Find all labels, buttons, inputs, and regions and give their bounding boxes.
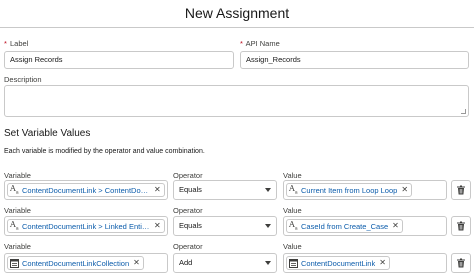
label-field-label: * Label [4,39,29,48]
text-icon: Aa [289,219,298,232]
variable-input[interactable]: ContentDocumentLinkCollection ✕ [4,253,168,273]
value-column-label: Value [283,242,302,251]
resize-handle[interactable] [461,109,466,114]
operator-select[interactable]: Equals [173,216,277,236]
text-icon: Aa [10,183,19,196]
modal-header: New Assignment [0,0,474,28]
operator-column-label: Operator [173,171,203,180]
value-column-label: Value [283,206,302,215]
variable-input[interactable]: Aa ContentDocumentLink > ContentDoc… ✕ [4,180,168,200]
close-icon[interactable]: ✕ [154,222,161,230]
variable-pill[interactable]: ContentDocumentLinkCollection ✕ [7,256,144,270]
value-input[interactable]: Aa Current Item from Loop Loop ✕ [283,180,447,200]
operator-select[interactable]: Add [173,253,277,273]
value-column-label: Value [283,171,302,180]
delete-row-button[interactable] [451,253,471,273]
trash-icon [457,185,465,195]
section-title: Set Variable Values [4,128,91,139]
operator-column-label: Operator [173,206,203,215]
collection-icon [10,258,19,268]
required-indicator: * [4,39,7,48]
value-input[interactable]: ContentDocumentLink ✕ [283,253,447,273]
close-icon[interactable]: ✕ [154,186,161,194]
variable-pill[interactable]: Aa ContentDocumentLink > Linked Entit… ✕ [7,219,165,233]
variable-pill[interactable]: Aa ContentDocumentLink > ContentDoc… ✕ [7,183,165,197]
collection-icon [289,258,298,268]
chevron-down-icon [265,261,271,265]
variable-column-label: Variable [4,171,31,180]
close-icon[interactable]: ✕ [133,259,140,267]
section-description: Each variable is modified by the operato… [4,148,205,155]
required-indicator: * [240,39,243,48]
chevron-down-icon [265,188,271,192]
close-icon[interactable]: ✕ [392,222,399,230]
text-icon: Aa [10,219,19,232]
variable-input[interactable]: Aa ContentDocumentLink > Linked Entit… ✕ [4,216,168,236]
modal-title: New Assignment [184,5,290,21]
value-pill[interactable]: Aa Current Item from Loop Loop ✕ [286,183,413,197]
api-name-input[interactable]: Assign_Records [240,51,469,69]
delete-row-button[interactable] [451,216,471,236]
description-label: Description [4,75,42,84]
close-icon[interactable]: ✕ [401,186,408,194]
value-input[interactable]: Aa CaseId from Create_Case ✕ [283,216,447,236]
delete-row-button[interactable] [451,180,471,200]
variable-column-label: Variable [4,242,31,251]
description-textarea[interactable] [4,85,469,117]
text-icon: Aa [289,183,298,196]
value-pill[interactable]: Aa CaseId from Create_Case ✕ [286,219,403,233]
variable-column-label: Variable [4,206,31,215]
operator-select[interactable]: Equals [173,180,277,200]
close-icon[interactable]: ✕ [379,259,386,267]
api-name-field-label: * API Name [240,39,280,48]
trash-icon [457,258,465,268]
operator-column-label: Operator [173,242,203,251]
chevron-down-icon [265,224,271,228]
label-input[interactable]: Assign Records [4,51,234,69]
trash-icon [457,221,465,231]
value-pill[interactable]: ContentDocumentLink ✕ [286,256,390,270]
